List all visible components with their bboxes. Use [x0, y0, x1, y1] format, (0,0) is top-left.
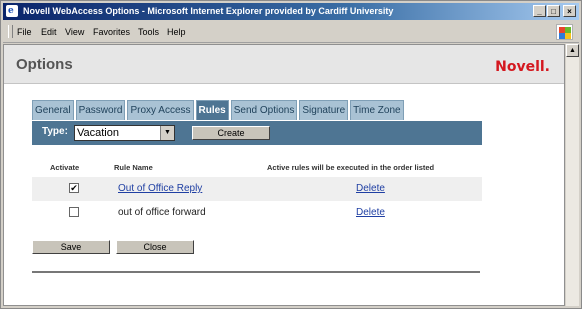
- vertical-scrollbar[interactable]: ▲: [566, 44, 579, 306]
- create-rule-button[interactable]: Create: [192, 126, 270, 140]
- chevron-down-icon[interactable]: ▼: [160, 126, 174, 140]
- novell-logo: Novell.: [495, 59, 550, 75]
- rule-type-bar: Type: Vacation ▼ Create: [32, 121, 482, 145]
- window-title: Novell WebAccess Options - Microsoft Int…: [23, 6, 394, 16]
- tab-send-options[interactable]: Send Options: [230, 100, 298, 120]
- minimize-button[interactable]: _: [533, 5, 546, 17]
- tab-password[interactable]: Password: [75, 100, 126, 120]
- options-header: Options Novell.: [4, 45, 564, 84]
- save-button[interactable]: Save: [32, 240, 110, 254]
- activate-checkbox[interactable]: ✔: [69, 183, 79, 193]
- tab-general[interactable]: General: [32, 100, 74, 120]
- close-button[interactable]: Close: [116, 240, 194, 254]
- ie-icon: e: [6, 5, 18, 17]
- menu-file[interactable]: File: [17, 27, 32, 37]
- rule-name-text: out of office forward: [118, 207, 206, 218]
- close-window-button[interactable]: ×: [563, 5, 576, 17]
- column-rule-name: Rule Name: [114, 163, 153, 172]
- delete-rule-link[interactable]: Delete: [356, 207, 385, 218]
- tab-signature[interactable]: Signature: [299, 100, 349, 120]
- menu-help[interactable]: Help: [167, 27, 186, 37]
- rule-type-value: Vacation: [77, 127, 119, 139]
- tab-time-zone[interactable]: Time Zone: [350, 100, 404, 120]
- page-content: Options Novell. General Password Proxy A…: [3, 44, 565, 306]
- maximize-button[interactable]: □: [547, 5, 560, 17]
- browser-window: e Novell WebAccess Options - Microsoft I…: [0, 0, 582, 309]
- title-bar[interactable]: e Novell WebAccess Options - Microsoft I…: [3, 3, 579, 20]
- menu-view[interactable]: View: [65, 27, 84, 37]
- table-row: out of office forward Delete: [32, 201, 482, 225]
- tab-proxy-access[interactable]: Proxy Access: [127, 100, 194, 120]
- menu-favorites[interactable]: Favorites: [93, 27, 130, 37]
- column-activate: Activate: [50, 163, 80, 172]
- rule-type-select[interactable]: Vacation ▼: [74, 125, 175, 141]
- windows-logo-icon: [556, 24, 573, 40]
- scroll-up-icon[interactable]: ▲: [566, 44, 579, 57]
- tab-rules[interactable]: Rules: [195, 100, 229, 120]
- type-label: Type:: [42, 126, 68, 137]
- table-row: ✔ Out of Office Reply Delete: [32, 177, 482, 201]
- toolbar-grip[interactable]: [8, 25, 13, 38]
- page-title: Options: [16, 56, 73, 73]
- divider: [32, 271, 480, 273]
- menu-bar: File Edit View Favorites Tools Help: [3, 22, 579, 43]
- options-tabs: General Password Proxy Access Rules Send…: [32, 100, 406, 120]
- rule-name-link[interactable]: Out of Office Reply: [118, 183, 202, 194]
- rules-order-note: Active rules will be executed in the ord…: [267, 163, 435, 172]
- menu-tools[interactable]: Tools: [138, 27, 159, 37]
- activate-checkbox[interactable]: [69, 207, 79, 217]
- menu-edit[interactable]: Edit: [41, 27, 57, 37]
- delete-rule-link[interactable]: Delete: [356, 183, 385, 194]
